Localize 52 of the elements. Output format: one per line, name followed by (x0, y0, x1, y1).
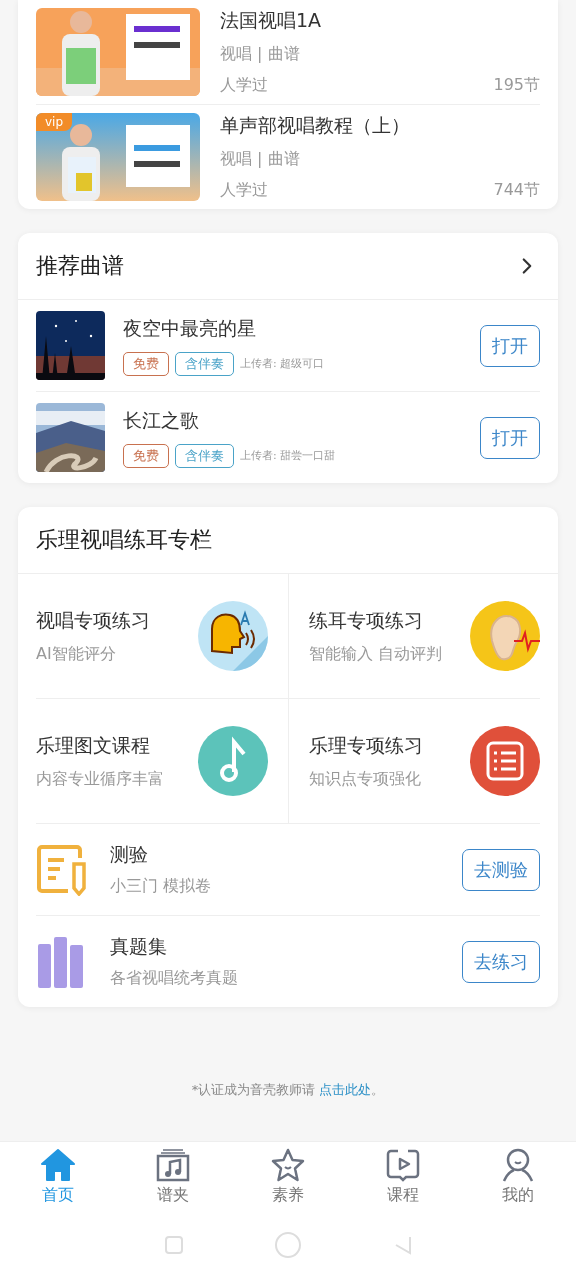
tile-title[interactable]: 视唱专项练习 (36, 607, 150, 634)
speaking-head-icon (198, 601, 268, 671)
nav-tab[interactable]: 我的 (460, 1142, 576, 1210)
section-title: 推荐曲谱 (36, 252, 124, 280)
course-category: 视唱 | 曲谱 (220, 44, 301, 65)
checklist-icon (470, 726, 540, 796)
tag: 免费 (123, 351, 169, 376)
teacher-note: *认证成为音壳教师请 点击此处。 (190, 1081, 386, 1099)
home-button-icon[interactable] (274, 1231, 302, 1259)
home-icon (39, 1146, 76, 1183)
section-title: 乐理视唱练耳专栏 (36, 526, 212, 554)
nav-tab[interactable]: 谱夹 (115, 1142, 231, 1210)
recents-icon[interactable] (164, 1235, 184, 1255)
tile-title[interactable]: 练耳专项练习 (309, 607, 443, 634)
tile-title[interactable]: 乐理图文课程 (36, 732, 164, 759)
music-folder-icon (154, 1146, 191, 1183)
quiz-sheet-icon (36, 843, 88, 896)
uploader: 上传者: 甜尝一口甜 (240, 448, 336, 463)
tile-subtitle: 智能输入 自动评判 (309, 643, 443, 665)
vip-badge: vip (36, 113, 73, 131)
learner-count: 人学过 (220, 75, 268, 96)
nav-tab[interactable]: 课程 (345, 1142, 461, 1210)
score-title[interactable]: 夜空中最亮的星 (123, 315, 462, 342)
tag: 免费 (123, 443, 169, 468)
learner-count: 人学过 (220, 180, 268, 201)
go-button[interactable]: 去测验 (462, 848, 540, 891)
course-title[interactable]: 法国视唱1A (220, 8, 540, 34)
course-title[interactable]: 单声部视唱教程（上） (220, 113, 540, 139)
score-title[interactable]: 长江之歌 (123, 407, 462, 434)
open-button[interactable]: 打开 (480, 416, 540, 459)
row-subtitle: 各省视唱统考真题 (110, 968, 239, 989)
row-title: 真题集 (110, 934, 168, 959)
music-note-icon (198, 726, 268, 796)
row-subtitle: 小三门 模拟卷 (110, 876, 213, 897)
row-title: 测验 (110, 842, 149, 867)
open-button[interactable]: 打开 (480, 324, 540, 367)
tile-title[interactable]: 乐理专项练习 (309, 732, 423, 759)
click-here-link[interactable]: 点击此处 (319, 1082, 372, 1097)
nav-tab[interactable]: 首页 (0, 1142, 116, 1210)
lesson-count: 744节 (493, 180, 540, 201)
course-category: 视唱 | 曲谱 (220, 149, 301, 170)
tag: 含伴奏 (175, 351, 234, 376)
nav-tab[interactable]: 素养 (230, 1142, 346, 1210)
ear-icon (470, 601, 540, 671)
tag: 含伴奏 (175, 443, 234, 468)
lesson-count: 195节 (493, 75, 540, 96)
go-button[interactable]: 去练习 (462, 940, 540, 983)
tile-subtitle: 内容专业循序丰富 (36, 768, 164, 790)
tile-subtitle: AI智能评分 (36, 643, 117, 665)
star-icon (270, 1146, 306, 1183)
tile-subtitle: 知识点专项强化 (309, 768, 422, 790)
uploader: 上传者: 超级可口 (240, 356, 325, 371)
